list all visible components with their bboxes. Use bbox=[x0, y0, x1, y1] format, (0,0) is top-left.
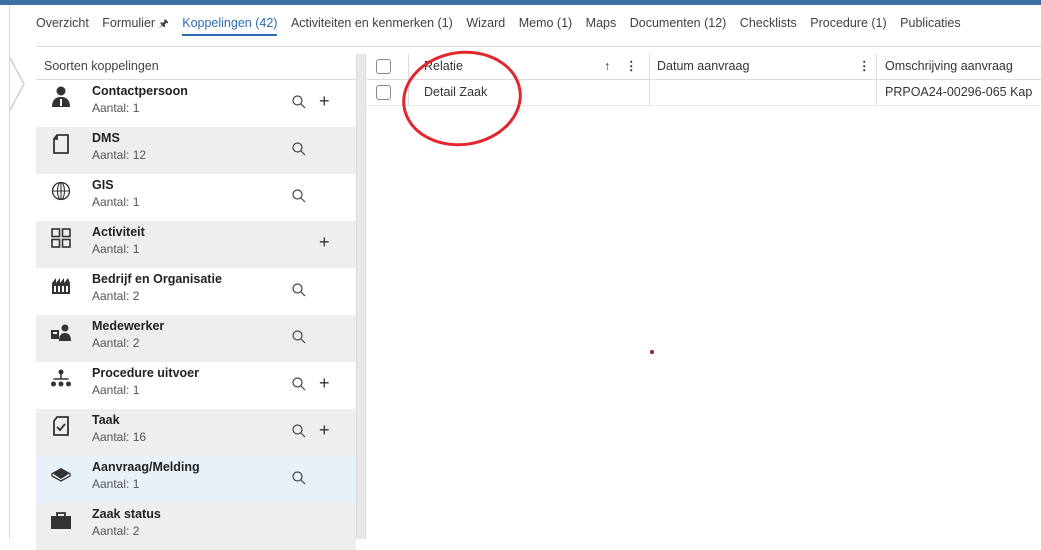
task-icon bbox=[53, 416, 69, 436]
tab-formulier-label: Formulier bbox=[102, 16, 156, 30]
sidebar-item-count: Aantal: 2 bbox=[92, 336, 140, 350]
sidebar-item-taak[interactable]: Taak Aantal: 16 + bbox=[36, 409, 356, 456]
sidebar-item-label: GIS bbox=[92, 178, 114, 192]
column-separator bbox=[649, 80, 650, 105]
document-icon bbox=[53, 134, 69, 154]
sidebar-item-activiteit[interactable]: Activiteit Aantal: 1 + bbox=[36, 221, 356, 268]
panel-splitter[interactable] bbox=[356, 54, 366, 539]
sidebar-item-count: Aantal: 1 bbox=[92, 477, 140, 491]
sidebar-item-gis[interactable]: GIS Aantal: 1 bbox=[36, 174, 356, 221]
sidebar-item-label: Aanvraag/Melding bbox=[92, 460, 200, 474]
sidebar-item-label: Medewerker bbox=[92, 319, 165, 333]
column-separator bbox=[876, 80, 877, 105]
panel-collapse-handle[interactable] bbox=[6, 58, 28, 110]
tab-bar: Overzicht Formulier 🖈 Koppelingen (42) A… bbox=[36, 15, 971, 37]
sidebar-item-count: Aantal: 2 bbox=[92, 289, 140, 303]
tab-checklists[interactable]: Checklists bbox=[740, 16, 797, 34]
search-icon[interactable] bbox=[291, 376, 307, 392]
top-accent-bar bbox=[0, 0, 1041, 5]
column-header-datum-aanvraag[interactable]: Datum aanvraag bbox=[657, 54, 749, 79]
row-checkbox[interactable] bbox=[376, 85, 391, 100]
sidebar-item-count: Aantal: 1 bbox=[92, 195, 140, 209]
add-icon[interactable]: + bbox=[319, 421, 330, 439]
column-separator bbox=[408, 54, 409, 79]
tab-documenten[interactable]: Documenten (12) bbox=[630, 16, 727, 34]
sidebar-item-label: Taak bbox=[92, 413, 120, 427]
tab-koppelingen[interactable]: Koppelingen (42) bbox=[182, 16, 278, 36]
add-icon[interactable]: + bbox=[319, 374, 330, 392]
sidebar-item-label: Contactpersoon bbox=[92, 84, 188, 98]
tab-overzicht[interactable]: Overzicht bbox=[36, 16, 89, 34]
sidebar-header: Soorten koppelingen bbox=[36, 54, 356, 80]
cursor-dot bbox=[650, 350, 654, 354]
pin-icon: 🖈 bbox=[158, 18, 169, 30]
sidebar-item-count: Aantal: 12 bbox=[92, 148, 147, 162]
search-icon[interactable] bbox=[291, 423, 307, 439]
sidebar-item-count: Aantal: 1 bbox=[92, 383, 140, 397]
add-icon[interactable]: + bbox=[319, 233, 330, 251]
sidebar-item-label: Procedure uitvoer bbox=[92, 366, 199, 380]
column-separator bbox=[649, 54, 650, 79]
sidebar-item-zaak-status[interactable]: Zaak status Aantal: 2 bbox=[36, 503, 356, 550]
sidebar-item-label: Bedrijf en Organisatie bbox=[92, 272, 222, 286]
search-icon[interactable] bbox=[291, 282, 307, 298]
tab-procedure[interactable]: Procedure (1) bbox=[810, 16, 886, 34]
sidebar-item-medewerker[interactable]: Medewerker Aantal: 2 bbox=[36, 315, 356, 362]
briefcase-icon bbox=[51, 512, 71, 529]
globe-icon bbox=[51, 181, 71, 201]
sidebar-item-label: Zaak status bbox=[92, 507, 161, 521]
search-icon[interactable] bbox=[291, 470, 307, 486]
column-header-omschrijving[interactable]: Omschrijving aanvraag bbox=[885, 54, 1013, 79]
cell-omschrijving: PRPOA24-00296-065 Kap bbox=[885, 85, 1033, 99]
employee-icon bbox=[51, 324, 71, 341]
search-icon[interactable] bbox=[291, 141, 307, 157]
column-menu-icon[interactable]: ⋮ bbox=[625, 54, 638, 79]
search-icon[interactable] bbox=[291, 329, 307, 345]
tab-publicaties[interactable]: Publicaties bbox=[900, 16, 960, 34]
sidebar-item-label: Activiteit bbox=[92, 225, 145, 239]
sidebar-item-dms[interactable]: DMS Aantal: 12 bbox=[36, 127, 356, 174]
link-types-sidebar: Soorten koppelingen Contactpersoon Aanta… bbox=[36, 54, 356, 550]
tab-wizard[interactable]: Wizard bbox=[466, 16, 505, 34]
add-icon[interactable]: + bbox=[319, 92, 330, 110]
search-icon[interactable] bbox=[291, 188, 307, 204]
sort-ascending-icon[interactable]: ↑ bbox=[604, 54, 610, 79]
sidebar-item-aanvraag-melding[interactable]: Aanvraag/Melding Aantal: 1 bbox=[36, 456, 356, 503]
factory-icon bbox=[52, 278, 70, 294]
column-separator bbox=[876, 54, 877, 79]
sidebar-item-bedrijf[interactable]: Bedrijf en Organisatie Aantal: 2 bbox=[36, 268, 356, 315]
book-icon bbox=[51, 468, 71, 482]
sidebar-item-count: Aantal: 16 bbox=[92, 430, 147, 444]
select-all-checkbox[interactable] bbox=[376, 59, 391, 74]
sidebar-item-label: DMS bbox=[92, 131, 120, 145]
sidebar-item-count: Aantal: 1 bbox=[92, 242, 140, 256]
grid-icon bbox=[51, 228, 71, 248]
person-icon bbox=[52, 86, 70, 107]
hierarchy-icon bbox=[51, 369, 71, 387]
tab-formulier[interactable]: Formulier 🖈 bbox=[102, 15, 168, 38]
column-menu-icon[interactable]: ⋮ bbox=[858, 54, 871, 79]
sidebar-item-count: Aantal: 2 bbox=[92, 524, 140, 538]
sidebar-item-procedure-uitvoer[interactable]: Procedure uitvoer Aantal: 1 + bbox=[36, 362, 356, 409]
tab-activiteiten[interactable]: Activiteiten en kenmerken (1) bbox=[291, 16, 453, 34]
tab-memo[interactable]: Memo (1) bbox=[519, 16, 572, 34]
tab-divider bbox=[36, 46, 1041, 47]
sidebar-item-count: Aantal: 1 bbox=[92, 101, 140, 115]
tab-maps[interactable]: Maps bbox=[586, 16, 617, 34]
search-icon[interactable] bbox=[291, 94, 307, 110]
sidebar-item-contactpersoon[interactable]: Contactpersoon Aantal: 1 + bbox=[36, 80, 356, 127]
